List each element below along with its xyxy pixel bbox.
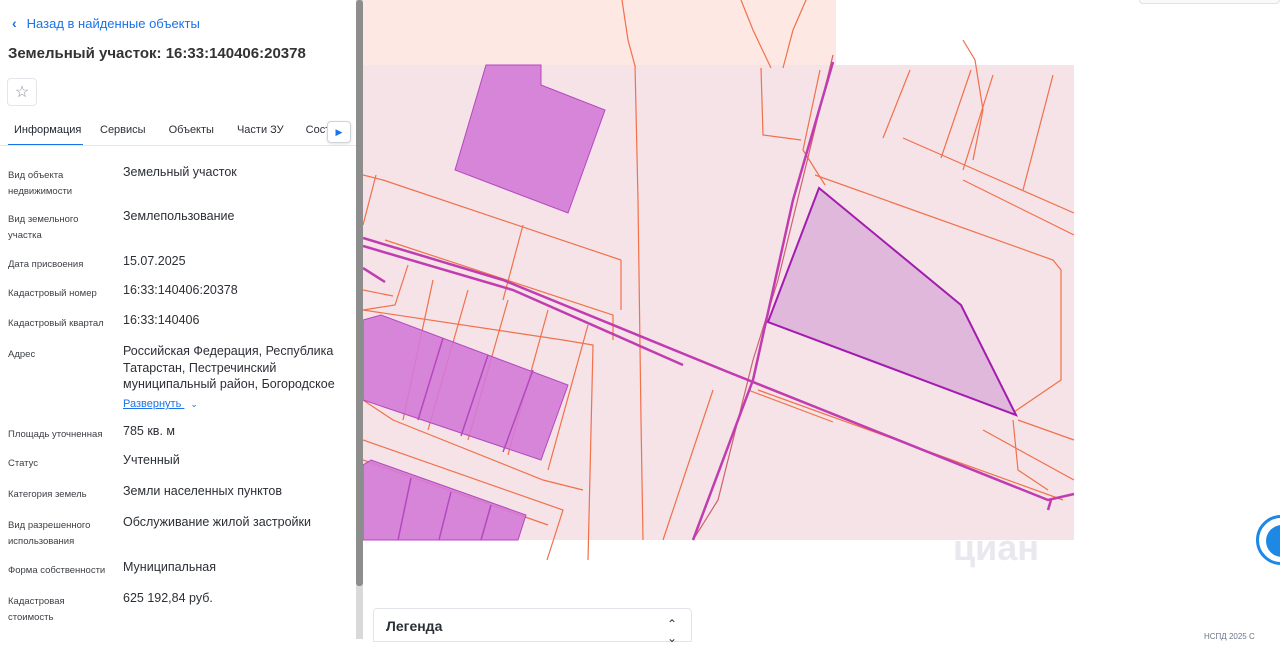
info-panel: ‹ Назад в найденные объекты Земельный уч…: [0, 0, 356, 639]
info-value: Муниципальная: [123, 560, 216, 574]
tabs-scroll-right-button[interactable]: ▶: [327, 121, 351, 143]
expand-label: Развернуть: [123, 398, 182, 410]
star-icon: ☆: [14, 84, 30, 101]
expand-address-link[interactable]: Развернуть ⌄: [123, 398, 198, 410]
back-link[interactable]: ‹ Назад в найденные объекты: [12, 15, 200, 31]
info-value: Земли населенных пунктов: [123, 484, 282, 498]
info-label: Кадастровый квартал: [8, 318, 104, 329]
favorite-button[interactable]: ☆: [7, 78, 37, 106]
panel-scrollbar[interactable]: [356, 0, 363, 639]
info-label: Вид земельного участка: [8, 214, 79, 241]
info-value: 785 кв. м: [123, 424, 175, 438]
chevron-down-icon: ⌄: [190, 399, 198, 409]
watermark-text: циан: [953, 527, 1039, 568]
map-view[interactable]: циан: [363, 0, 1280, 639]
info-value: Земельный участок: [123, 165, 237, 179]
tab-parts[interactable]: Части ЗУ: [237, 118, 284, 145]
map-copyright: НСПД 2025 С: [1204, 632, 1255, 641]
info-label: Категория земель: [8, 489, 87, 500]
tab-information[interactable]: Информация: [8, 118, 83, 145]
info-value: Российская Федерация, Республика Татарст…: [123, 344, 335, 391]
info-label: Форма собственности: [8, 565, 106, 576]
info-label: Дата присвоения: [8, 259, 84, 270]
chevron-right-icon: ▶: [335, 126, 343, 137]
side-action-icon: [1266, 525, 1280, 557]
scrollbar-thumb[interactable]: [356, 0, 363, 586]
back-link-label: Назад в найденные объекты: [26, 15, 200, 31]
info-value: Землепользование: [123, 209, 235, 223]
info-label: Вид объекта недвижимости: [8, 170, 73, 197]
info-value: Обслуживание жилой застройки: [123, 515, 311, 529]
map-canvas[interactable]: циан: [363, 0, 1280, 639]
info-label: Вид разрешенного использования: [8, 520, 91, 547]
tab-services[interactable]: Сервисы: [100, 118, 146, 145]
legend-panel[interactable]: Легенда ⌃ ⌄: [373, 608, 692, 645]
info-value: 16:33:140406: [123, 313, 200, 327]
info-label: Кадастровая стоимость: [8, 596, 65, 623]
tab-objects[interactable]: Объекты: [169, 118, 214, 145]
info-value: 625 192,84 руб.: [123, 591, 213, 605]
chevron-left-icon: ‹: [12, 15, 17, 31]
page-title: Земельный участок: 16:33:140406:20378: [8, 45, 306, 62]
info-label: Площадь уточненная: [8, 429, 103, 440]
info-value: Учтенный: [123, 453, 180, 467]
info-label: Статус: [8, 458, 39, 469]
tab-bar: Информация Сервисы Объекты Части ЗУ Сост…: [0, 118, 356, 146]
chevron-updown-icon[interactable]: ⌃ ⌄: [667, 617, 677, 645]
top-control-strip[interactable]: [1139, 0, 1280, 4]
info-label: Адрес: [8, 349, 36, 360]
info-value: 16:33:140406:20378: [123, 283, 238, 297]
info-value: 15.07.2025: [123, 254, 186, 268]
legend-label: Легенда: [386, 618, 443, 634]
info-label: Кадастровый номер: [8, 288, 97, 299]
